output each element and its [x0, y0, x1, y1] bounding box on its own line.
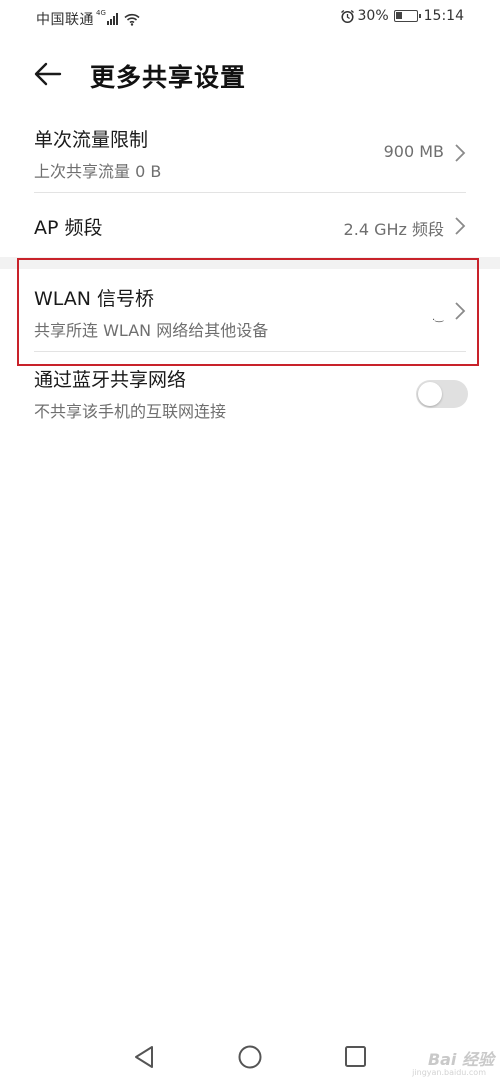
home-circle-icon[interactable] — [235, 1042, 265, 1072]
watermark-url: jingyan.baidu.com — [412, 1068, 486, 1077]
battery-percent: 30% — [357, 8, 389, 24]
app-header: 更多共享设置 — [0, 50, 500, 98]
bluetooth-share-title: 通过蓝牙共享网络 — [34, 369, 187, 391]
traffic-limit-value: 900 MB — [383, 142, 444, 161]
bluetooth-share-subtitle: 不共享该手机的互联网连接 — [34, 402, 227, 421]
ap-band-row[interactable]: AP 频段 2.4 GHz 频段 — [0, 193, 500, 257]
back-button[interactable] — [28, 56, 68, 92]
chevron-right-icon — [455, 217, 466, 235]
traffic-limit-subtitle: 上次共享流量 0 B — [34, 162, 162, 181]
back-triangle-icon[interactable] — [130, 1042, 160, 1072]
chevron-right-icon — [455, 144, 466, 162]
ap-band-title: AP 频段 — [34, 217, 103, 239]
wifi-icon — [124, 13, 140, 26]
toggle-knob — [418, 382, 442, 406]
wlan-bridge-title: WLAN 信号桥 — [34, 288, 155, 310]
clock: 15:14 — [423, 8, 464, 24]
alarm-icon — [340, 9, 354, 23]
battery-icon — [393, 10, 421, 22]
bluetooth-share-toggle[interactable] — [416, 380, 468, 408]
signal-icon — [106, 13, 119, 25]
recents-square-icon[interactable] — [341, 1042, 371, 1072]
back-arrow-icon — [34, 62, 62, 86]
wlan-bridge-subtitle: 共享所连 WLAN 网络给其他设备 — [34, 321, 269, 340]
traffic-limit-title: 单次流量限制 — [34, 129, 149, 151]
screen: 中国联通 4G 30% 15:14 更多共享设置 单次流量限制 上次共享流量 0… — [0, 0, 500, 1083]
page-title: 更多共享设置 — [90, 63, 247, 92]
battery-fill — [395, 12, 402, 19]
stray-mark: .‿ — [432, 312, 444, 323]
chevron-right-icon — [455, 302, 466, 320]
status-left: 中国联通 4G — [36, 9, 140, 29]
ap-band-value: 2.4 GHz 频段 — [343, 220, 444, 239]
status-bar: 中国联通 4G 30% 15:14 — [0, 0, 500, 36]
watermark: Bai 经验 — [427, 1050, 494, 1069]
section-gap — [0, 257, 500, 269]
carrier-name: 中国联通 — [36, 12, 94, 28]
wlan-bridge-row[interactable]: WLAN 信号桥 共享所连 WLAN 网络给其他设备 — [0, 270, 500, 352]
traffic-limit-row[interactable]: 单次流量限制 上次共享流量 0 B 900 MB — [0, 115, 500, 193]
network-type: 4G — [96, 9, 106, 17]
divider — [34, 351, 466, 352]
status-right: 30% 15:14 — [340, 8, 464, 24]
